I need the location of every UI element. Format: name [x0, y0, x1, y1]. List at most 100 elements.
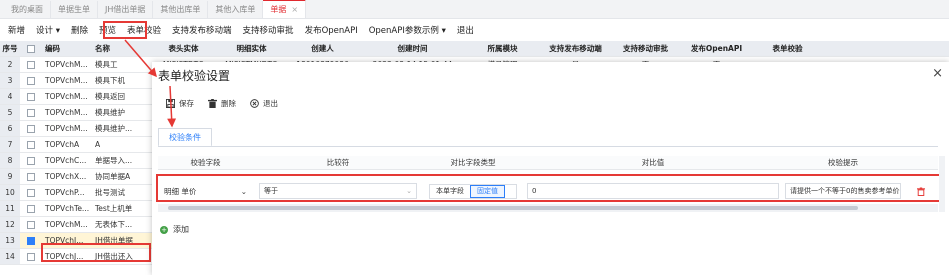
- dialog-exit-label: 退出: [263, 99, 278, 108]
- top-tab[interactable]: 其他入库单: [208, 1, 264, 18]
- top-tab-label: 其他出库单: [160, 5, 201, 14]
- col-check-field: 校验字段: [190, 158, 221, 167]
- table-cell-code: TOPVchM...: [45, 124, 88, 133]
- row-checkbox[interactable]: [27, 109, 35, 117]
- annotation-selected-row: [41, 243, 151, 262]
- grid-header-cell: 编码: [45, 44, 60, 53]
- table-cell-no: 2: [0, 57, 20, 72]
- row-checkbox-cell: [20, 220, 42, 229]
- annotation-form-check-button: [103, 21, 147, 39]
- row-checkbox[interactable]: [27, 93, 35, 101]
- table-cell-name: 模具下机: [95, 76, 125, 85]
- table-cell-code: TOPVchM...: [45, 108, 88, 117]
- table-cell-no: 6: [0, 121, 20, 136]
- table-cell-no: 11: [0, 201, 20, 216]
- toolbar-button[interactable]: 发布OpenAPI: [305, 24, 358, 36]
- dialog-exit-button[interactable]: 退出: [250, 98, 278, 109]
- grid-header-cell: 名称: [95, 44, 110, 53]
- row-checkbox[interactable]: [27, 77, 35, 85]
- row-checkbox-cell: [20, 140, 42, 149]
- top-tab-label: JH借出单据: [105, 5, 146, 14]
- row-checkbox[interactable]: [27, 205, 35, 213]
- toolbar-button[interactable]: OpenAPI参数示例 ▾: [369, 24, 446, 36]
- vertical-scrollbar[interactable]: [939, 156, 945, 212]
- row-checkbox-cell: [20, 156, 42, 165]
- top-tab[interactable]: 我的桌面: [4, 1, 51, 18]
- top-tab[interactable]: 单据生单: [51, 1, 98, 18]
- table-cell-name: 模具返回: [95, 92, 125, 101]
- dialog-toolbar: 保存 删除 退出: [166, 98, 292, 109]
- toolbar-button[interactable]: 删除: [71, 24, 88, 36]
- row-checkbox[interactable]: [27, 221, 35, 229]
- table-cell-code: TOPVchA: [45, 140, 80, 149]
- select-all-checkbox[interactable]: [27, 45, 35, 53]
- grid-header-row: 序号 编码 名称 表头实体 明细实体 创建人 创建时间 所属模块 支持发布移动端 支持移动审批 发布…: [0, 41, 949, 57]
- grid-header-cell: 创建人: [311, 44, 334, 53]
- dialog-delete-label: 删除: [221, 99, 236, 108]
- grid-header-cell: 表单校验: [772, 44, 803, 53]
- toolbar-button[interactable]: 新增: [8, 24, 25, 36]
- col-operator: 比较符: [326, 158, 350, 167]
- top-tab[interactable]: JH借出单据: [98, 1, 154, 18]
- table-cell-no: 10: [0, 185, 20, 200]
- col-compare-type: 对比字段类型: [450, 158, 496, 167]
- horizontal-scrollbar[interactable]: [158, 204, 938, 212]
- scrollbar-thumb[interactable]: [168, 206, 858, 210]
- grid-header-cell: 支持移动审批: [623, 44, 668, 53]
- table-cell-no: 5: [0, 105, 20, 120]
- table-cell-name: 无表体下...: [95, 220, 133, 229]
- table-cell-no: 14: [0, 249, 20, 264]
- row-checkbox[interactable]: [27, 61, 35, 69]
- condition-header-row: 校验字段 比较符 对比字段类型 对比值 校验提示: [158, 156, 938, 170]
- row-checkbox[interactable]: [27, 157, 35, 165]
- toolbar-button[interactable]: 支持发布移动端: [172, 24, 232, 36]
- table-cell-code: TOPVchX...: [45, 172, 87, 181]
- table-cell-name: 模具维护...: [95, 124, 133, 133]
- table-cell-code: TOPVchP...: [45, 188, 85, 197]
- row-checkbox-cell: [20, 188, 42, 197]
- table-cell-code: TOPVchC...: [45, 156, 87, 165]
- close-icon[interactable]: ×: [291, 5, 298, 14]
- tab-bar: 我的桌面 单据生单 JH借出单据 其他出库单 其他入库单 单据 ×: [0, 0, 949, 19]
- row-checkbox-cell: [20, 204, 42, 213]
- dialog-save-label: 保存: [179, 99, 194, 108]
- toolbar-button[interactable]: 支持移动审批: [243, 24, 294, 36]
- row-checkbox[interactable]: [27, 173, 35, 181]
- subtab-divider: [158, 146, 938, 147]
- grid-header-cell: [20, 44, 42, 53]
- dialog-delete-button[interactable]: 删除: [208, 98, 236, 109]
- table-cell-name: 批号测试: [95, 188, 125, 197]
- table-cell-code: TOPVchTe...: [45, 204, 90, 213]
- row-checkbox-cell: [20, 172, 42, 181]
- top-tab-label: 其他入库单: [215, 5, 256, 14]
- table-cell-name: 模具维护: [95, 108, 125, 117]
- table-cell-no: 13: [0, 233, 20, 248]
- tab-check-conditions[interactable]: 校验条件: [158, 128, 212, 147]
- top-tab[interactable]: 其他出库单: [153, 1, 209, 18]
- toolbar-button[interactable]: 设计 ▾: [36, 24, 60, 36]
- top-tab[interactable]: 单据 ×: [263, 0, 307, 18]
- dialog-save-button[interactable]: 保存: [166, 98, 194, 109]
- row-checkbox-cell: [20, 76, 42, 85]
- table-cell-no: 7: [0, 137, 20, 152]
- table-cell-code: TOPVchM...: [45, 220, 88, 229]
- row-checkbox[interactable]: [27, 189, 35, 197]
- grid-header-cell: 明细实体: [236, 44, 267, 53]
- row-checkbox[interactable]: [27, 141, 35, 149]
- row-checkbox-cell: [20, 92, 42, 101]
- row-checkbox-cell: [20, 108, 42, 117]
- dialog-close-button[interactable]: ×: [932, 66, 943, 81]
- table-cell-code: TOPVchM...: [45, 76, 88, 85]
- row-checkbox[interactable]: [27, 253, 35, 261]
- toolbar-button[interactable]: 退出: [457, 24, 474, 36]
- row-checkbox-cell: [20, 124, 42, 133]
- row-checkbox[interactable]: [27, 237, 35, 245]
- table-cell-name: 模具工: [95, 60, 118, 69]
- table-cell-name: 单据导入...: [95, 156, 133, 165]
- grid-header-cell: 支持发布移动端: [549, 44, 602, 53]
- row-checkbox[interactable]: [27, 125, 35, 133]
- trash-icon: [208, 99, 217, 108]
- add-condition-button[interactable]: + 添加: [160, 224, 189, 235]
- col-compare-value: 对比值: [641, 158, 665, 167]
- table-cell-name: A: [95, 140, 101, 149]
